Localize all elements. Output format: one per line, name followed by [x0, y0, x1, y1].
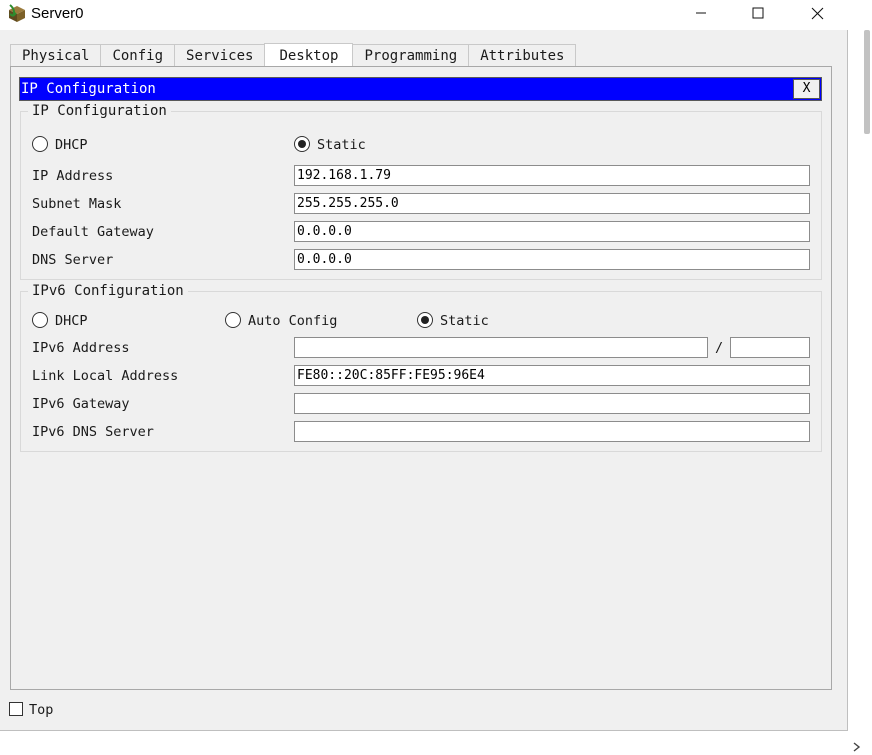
ipv4-dhcp-label: DHCP	[55, 137, 88, 153]
subnet-mask-label: Subnet Mask	[32, 196, 122, 212]
app-icon	[7, 4, 27, 24]
subnet-mask-field[interactable]	[294, 193, 810, 214]
tab-attributes[interactable]: Attributes	[468, 44, 577, 67]
top-checkbox[interactable]	[9, 702, 23, 716]
ipv4-legend: IP Configuration	[28, 103, 171, 119]
ipv6-dhcp-label: DHCP	[55, 313, 88, 329]
tab-desktop[interactable]: Desktop	[264, 43, 354, 67]
title-bar[interactable]: Server0	[0, 0, 848, 30]
tab-config[interactable]: Config	[100, 44, 176, 67]
ipv6-dns-server-label: IPv6 DNS Server	[32, 424, 154, 440]
close-button[interactable]	[794, 0, 840, 30]
minimize-button[interactable]	[678, 0, 724, 30]
tab-bar: Physical Config Services Desktop Program…	[10, 43, 577, 67]
ipv6-address-field[interactable]	[294, 337, 708, 358]
ipv4-dhcp-radio[interactable]	[32, 136, 48, 152]
ipv6-gateway-field[interactable]	[294, 393, 810, 414]
ipv6-dhcp-radio[interactable]	[32, 312, 48, 328]
minimize-icon	[695, 7, 707, 23]
ipv6-auto-config-label: Auto Config	[248, 313, 338, 329]
ipv6-gateway-label: IPv6 Gateway	[32, 396, 130, 412]
scrollbar-thumb[interactable]	[864, 30, 870, 134]
dns-server-field[interactable]	[294, 249, 810, 270]
ipv6-dns-server-field[interactable]	[294, 421, 810, 442]
link-local-address-field[interactable]	[294, 365, 810, 386]
maximize-icon	[752, 7, 764, 23]
ipv4-static-label: Static	[317, 137, 366, 153]
ip-address-field[interactable]	[294, 165, 810, 186]
ip-configuration-title: IP Configuration	[21, 81, 156, 97]
prefix-length-field[interactable]	[730, 337, 810, 358]
window-title: Server0	[31, 5, 84, 22]
chevron-right-icon[interactable]	[851, 741, 863, 753]
link-local-address-label: Link Local Address	[32, 368, 179, 384]
dns-server-label: DNS Server	[32, 252, 114, 268]
ipv6-legend: IPv6 Configuration	[28, 283, 188, 299]
ip-address-label: IP Address	[32, 168, 114, 184]
ipv6-static-radio[interactable]	[417, 312, 433, 328]
tab-physical[interactable]: Physical	[10, 44, 102, 67]
default-gateway-label: Default Gateway	[32, 224, 154, 240]
ipv6-address-label: IPv6 Address	[32, 340, 130, 356]
close-icon	[811, 7, 824, 24]
ip-configuration-close-button[interactable]: X	[793, 79, 820, 99]
maximize-button[interactable]	[735, 0, 781, 30]
default-gateway-field[interactable]	[294, 221, 810, 242]
ipv4-static-radio[interactable]	[294, 136, 310, 152]
ip-configuration-bar: IP Configuration X	[19, 77, 822, 101]
prefix-separator: /	[715, 340, 724, 356]
top-label: Top	[29, 702, 54, 718]
ipv6-static-label: Static	[440, 313, 489, 329]
tab-programming[interactable]: Programming	[352, 44, 470, 67]
server-window: Server0 Physical Config Services Desktop…	[0, 0, 848, 731]
tab-services[interactable]: Services	[174, 44, 266, 67]
ipv6-auto-config-radio[interactable]	[225, 312, 241, 328]
